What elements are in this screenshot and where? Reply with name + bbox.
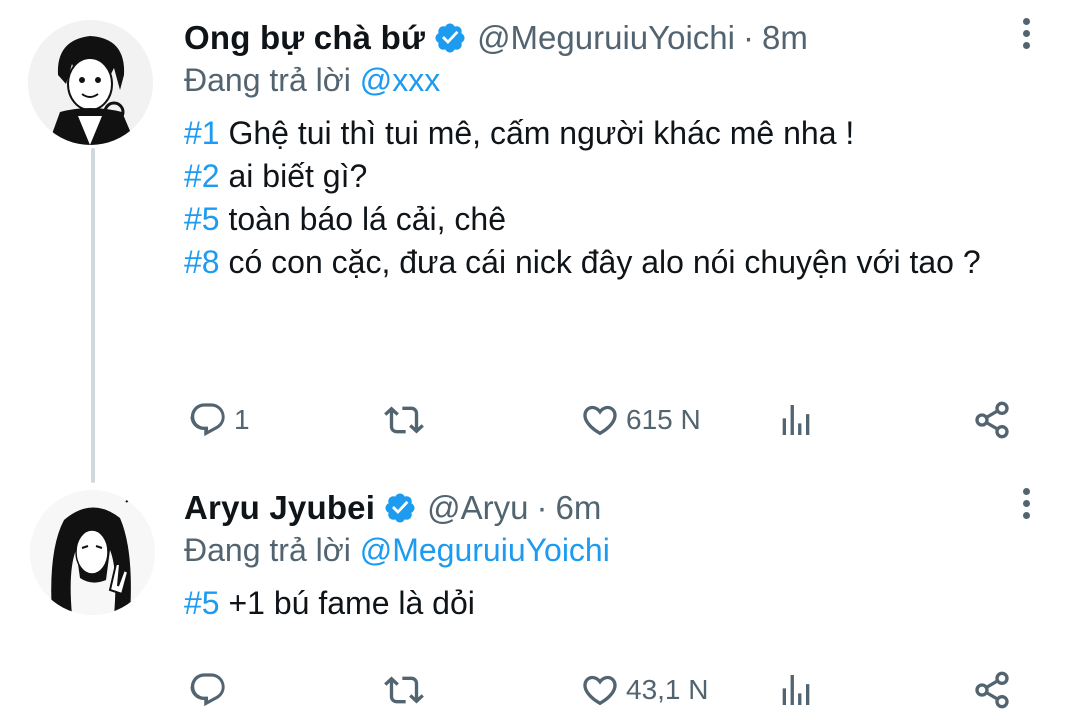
verified-badge-icon [383,491,417,525]
reply-context: Đang trả lời @MeguruiuYoichi [184,532,610,569]
avatar-image [28,20,153,145]
tweet-text: #1 Ghệ tui thì tui mê, cấm người khác mê… [184,112,1024,284]
reply-button[interactable]: 1 [188,396,250,444]
analytics-icon [782,405,810,435]
avatar[interactable] [30,490,155,615]
author-handle[interactable]: @Aryu [427,489,528,527]
share-button[interactable] [972,396,1012,444]
action-bar: 1 615 N [184,396,1024,444]
reply-mention-link[interactable]: @MeguruiuYoichi [360,532,610,568]
line-text: có con cặc, đưa cái nick đây alo nói chu… [219,244,981,280]
verified-badge-icon [433,21,467,55]
like-count: 615 N [626,404,701,435]
tweet-text: #5 +1 bú fame là dỏi [184,582,1024,625]
analytics-button[interactable] [776,396,816,444]
share-icon [975,401,1009,439]
analytics-icon [782,675,810,705]
tweet-2[interactable]: Aryu Jyubei @Aryu · 6m Đang trả lời @Meg… [0,470,1080,728]
author-handle[interactable]: @MeguruiuYoichi [477,19,735,57]
reply-icon [190,403,225,437]
tweet-line: #2 ai biết gì? [184,155,1024,198]
timestamp[interactable]: 6m [555,489,601,527]
retweet-icon [384,406,424,434]
line-text: Ghệ tui thì tui mê, cấm người khác mê nh… [219,115,855,151]
author-name[interactable]: Aryu Jyubei [184,489,375,527]
reply-icon [190,673,225,707]
share-button[interactable] [972,666,1012,714]
reply-button[interactable] [188,666,234,714]
tweet-header: Ong bự chà bứ @MeguruiuYoichi · 8m [184,14,808,62]
separator-dot: · [536,489,548,526]
tweet-1[interactable]: Ong bự chà bứ @MeguruiuYoichi · 8m Đang … [0,0,1080,470]
reply-mention-link[interactable]: @xxx [360,62,440,98]
reply-prefix: Đang trả lời [184,532,351,568]
line-text: toàn báo lá cải, chê [219,201,507,237]
tweet-line: #8 có con cặc, đưa cái nick đây alo nói … [184,241,1024,284]
share-icon [975,671,1009,709]
avatar-image [30,490,155,615]
tweet-line: #5 toàn báo lá cải, chê [184,198,1024,241]
avatar[interactable] [28,20,153,145]
line-text: ai biết gì? [219,158,368,194]
reply-prefix: Đang trả lời [184,62,351,98]
tweet-line: #5 +1 bú fame là dỏi [184,582,1024,625]
reply-context: Đang trả lời @xxx [184,62,440,99]
like-button[interactable]: 615 N [580,396,701,444]
hashtag-link[interactable]: #1 [184,115,220,151]
retweet-button[interactable] [384,396,430,444]
reply-count: 1 [234,404,250,435]
separator-dot: · [743,19,754,56]
analytics-button[interactable] [776,666,816,714]
tweet-header: Aryu Jyubei @Aryu · 6m [184,484,601,532]
like-icon [583,675,617,706]
tweet-line: #1 Ghệ tui thì tui mê, cấm người khác mê… [184,112,1024,155]
like-button[interactable]: 43,1 N [580,666,709,714]
action-bar: 43,1 N [184,666,1024,714]
timestamp[interactable]: 8m [762,19,808,57]
author-name[interactable]: Ong bự chà bứ [184,19,425,57]
hashtag-link[interactable]: #8 [184,244,220,280]
hashtag-link[interactable]: #2 [184,158,220,194]
like-icon [583,405,617,436]
hashtag-link[interactable]: #5 [184,201,220,237]
retweet-button[interactable] [384,666,430,714]
more-options-icon[interactable] [1018,18,1034,54]
line-text: +1 bú fame là dỏi [219,585,475,621]
hashtag-link[interactable]: #5 [184,585,220,621]
like-count: 43,1 N [626,674,709,705]
retweet-icon [384,676,424,704]
more-options-icon[interactable] [1018,488,1034,524]
